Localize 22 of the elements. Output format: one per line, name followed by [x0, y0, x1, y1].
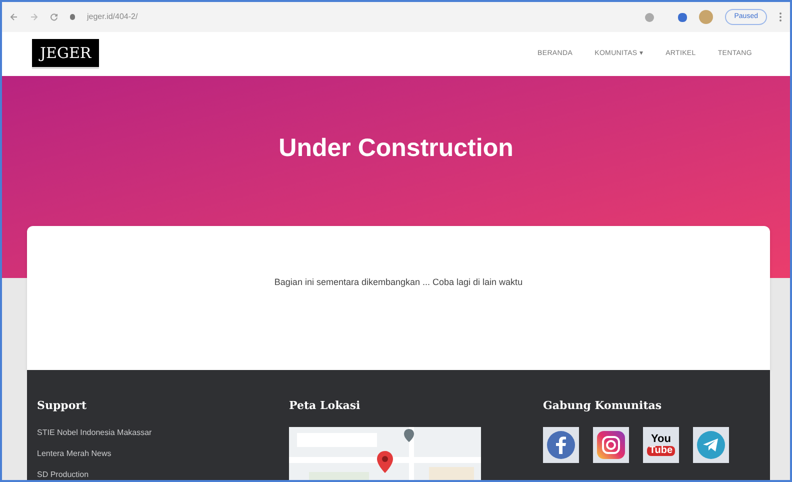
site-logo[interactable]: JEGER	[32, 38, 100, 70]
address-field[interactable]: jeger.id/404-2/	[87, 11, 634, 23]
telegram-icon[interactable]	[693, 426, 729, 462]
extension-icon[interactable]	[678, 12, 688, 22]
avatar-icon[interactable]	[699, 10, 714, 24]
footer-heading: Gabung Komunitas	[543, 398, 663, 414]
instagram-icon[interactable]	[593, 426, 629, 462]
menu-icon[interactable]	[779, 12, 782, 22]
footer-heading: Support	[37, 398, 88, 414]
page-title: Under Construction	[278, 133, 514, 164]
construction-message: Bagian ini sementara dikembangkan ... Coba lagi di lain waktu	[274, 276, 523, 289]
youtube-icon[interactable]: You Tube	[643, 426, 679, 462]
lock-icon	[70, 14, 75, 20]
footer-link[interactable]: STIE Nobel Indonesia Makassar	[37, 426, 289, 438]
footer-link[interactable]: SD Production	[37, 468, 289, 480]
reload-icon[interactable]	[50, 13, 58, 21]
footer-link[interactable]: Lentera Merah News	[37, 448, 289, 460]
back-icon[interactable]	[10, 13, 18, 21]
footer-heading: Peta Lokasi	[289, 398, 362, 414]
extension-icon[interactable]	[645, 12, 654, 22]
facebook-icon[interactable]	[543, 426, 579, 462]
forward-icon[interactable]	[30, 13, 38, 21]
